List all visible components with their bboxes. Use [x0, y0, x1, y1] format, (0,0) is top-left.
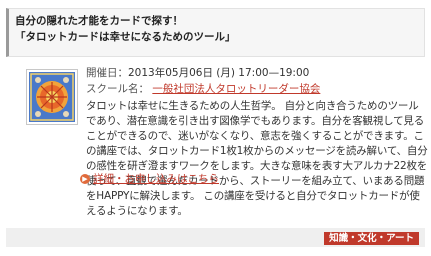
tarot-card-thumbnail[interactable]: [26, 69, 78, 125]
event-title-line-1: 自分の隠れた才能をカードで探す！: [15, 15, 183, 27]
school-label: スクール名：: [86, 83, 149, 95]
event-details: 開催日：2013年05月06日 (月) 17:00—19:00 スクール名： 一…: [6, 65, 428, 229]
event-school-row: スクール名： 一般社団法人タロットリーダー協会: [86, 81, 426, 97]
school-name-link[interactable]: 一般社団法人タロットリーダー協会: [152, 83, 320, 95]
event-meta: 開催日：2013年05月06日 (月) 17:00—19:00 スクール名： 一…: [86, 65, 426, 97]
detail-apply-link[interactable]: 詳細・お申し込みはこちら: [93, 173, 219, 185]
circle-arrow-icon: ▶: [80, 174, 90, 184]
date-label: 開催日：: [86, 67, 128, 79]
category-footer: 知識・文化・アート: [6, 228, 425, 247]
detail-link-row: ▶ 詳細・お申し込みはこちら: [80, 172, 219, 186]
event-description: タロットは幸せに生きるための人生哲学。 自分と向き合うためのツールであり、潜在意…: [86, 100, 428, 217]
date-value: 2013年05月06日 (月) 17:00—19:00: [128, 67, 310, 79]
event-listing: 自分の隠れた才能をカードで探す！ 「タロットカードは幸せになるためのツール」 開…: [0, 0, 431, 256]
category-tag[interactable]: 知識・文化・アート: [324, 232, 419, 245]
tarot-card-image: [29, 72, 75, 122]
event-title-box: 自分の隠れた才能をカードで探す！ 「タロットカードは幸せになるためのツール」: [6, 8, 425, 57]
event-title-line-2: 「タロットカードは幸せになるためのツール」: [15, 31, 236, 43]
event-date-row: 開催日：2013年05月06日 (月) 17:00—19:00: [86, 65, 426, 81]
